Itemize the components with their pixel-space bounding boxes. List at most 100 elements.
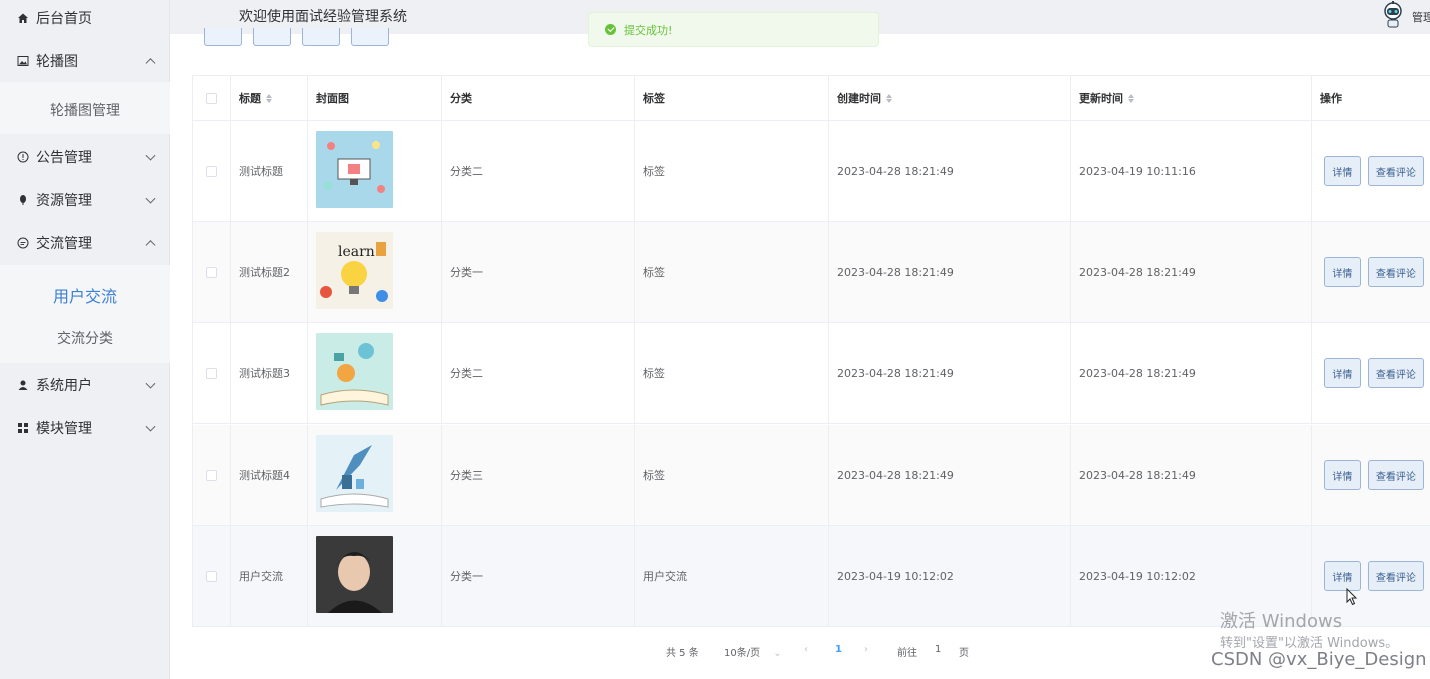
cell-updated: 2023-04-28 18:21:49 bbox=[1071, 323, 1312, 423]
toolbar-button-4[interactable] bbox=[351, 28, 389, 46]
cell-created: 2023-04-28 18:21:49 bbox=[829, 425, 1071, 525]
next-page-button[interactable]: › bbox=[864, 644, 868, 655]
sidebar-item-carousel[interactable]: 轮播图 bbox=[0, 43, 170, 79]
cell-title: 测试标题 bbox=[231, 121, 308, 221]
detail-button[interactable]: 详情 bbox=[1324, 358, 1361, 388]
cell-cover bbox=[308, 425, 442, 525]
view-comments-button[interactable]: 查看评论 bbox=[1367, 561, 1424, 591]
cell-tag: 标签 bbox=[635, 222, 829, 322]
sort-icon[interactable] bbox=[886, 93, 892, 103]
cell-created: 2023-04-28 18:21:49 bbox=[829, 222, 1071, 322]
toolbar-button-2[interactable] bbox=[253, 28, 291, 46]
detail-button[interactable]: 详情 bbox=[1324, 561, 1361, 591]
cover-image[interactable] bbox=[316, 131, 393, 211]
sidebar-item-module[interactable]: 模块管理 bbox=[0, 410, 170, 446]
column-header-label: 标题 bbox=[239, 92, 261, 105]
pagination-total: 共 5 条 bbox=[666, 648, 699, 659]
row-select-cell bbox=[193, 425, 231, 525]
cell-created: 2023-04-28 18:21:49 bbox=[829, 323, 1071, 423]
select-all-cell bbox=[193, 76, 231, 120]
row-checkbox[interactable] bbox=[206, 266, 217, 278]
sidebar-item-label: 资源管理 bbox=[36, 193, 92, 209]
column-header-created[interactable]: 创建时间 bbox=[829, 76, 1071, 120]
goto-input[interactable]: 1 bbox=[935, 644, 941, 655]
row-checkbox[interactable] bbox=[206, 165, 217, 177]
column-header-label: 标签 bbox=[643, 92, 665, 105]
page-number[interactable]: 1 bbox=[835, 644, 842, 655]
row-checkbox[interactable] bbox=[206, 469, 217, 481]
sidebar: 后台首页 轮播图 轮播图管理 公告管理 资源管理 交流管理 用户交流 交流分类 bbox=[0, 0, 170, 679]
cover-image[interactable] bbox=[316, 333, 393, 413]
row-select-cell bbox=[193, 222, 231, 322]
picture-icon bbox=[16, 54, 30, 68]
chat-icon bbox=[16, 236, 30, 250]
sort-icon[interactable] bbox=[266, 93, 272, 103]
cell-title: 测试标题2 bbox=[231, 222, 308, 322]
svg-text:learn: learn bbox=[338, 244, 375, 260]
column-header-title[interactable]: 标题 bbox=[231, 76, 308, 120]
chevron-down-icon bbox=[145, 378, 156, 389]
cell-actions: 详情 查看评论 bbox=[1312, 222, 1430, 322]
sidebar-subitem-exchange-category[interactable]: 交流分类 bbox=[0, 328, 170, 348]
cell-title: 用户交流 bbox=[231, 526, 308, 626]
chevron-down-icon bbox=[145, 421, 156, 432]
exchange-submenu bbox=[0, 265, 170, 363]
avatar[interactable] bbox=[1380, 1, 1406, 29]
sidebar-item-label: 公告管理 bbox=[36, 150, 92, 166]
detail-button[interactable]: 详情 bbox=[1324, 460, 1361, 490]
pin-icon bbox=[16, 193, 30, 207]
toolbar-button-1[interactable] bbox=[204, 28, 242, 46]
table-row[interactable]: 测试标题2 learn 分类一 标签 2023-04-28 18:21:49 2023-0… bbox=[193, 222, 1430, 323]
table-row[interactable]: 测试标题3 分类二 标签 2023-04-28 18:21:49 2023-04-28 … bbox=[193, 323, 1430, 424]
sidebar-item-label: 轮播图 bbox=[36, 54, 78, 70]
cell-category: 分类三 bbox=[442, 425, 635, 525]
column-header-label: 分类 bbox=[450, 92, 472, 105]
page-size-select[interactable]: 10条/页 ⌄ bbox=[724, 644, 782, 659]
view-comments-button[interactable]: 查看评论 bbox=[1367, 257, 1424, 287]
cell-category: 分类一 bbox=[442, 526, 635, 626]
column-header-label: 创建时间 bbox=[837, 92, 881, 105]
view-comments-button[interactable]: 查看评论 bbox=[1367, 358, 1424, 388]
detail-button[interactable]: 详情 bbox=[1324, 156, 1361, 186]
row-checkbox[interactable] bbox=[206, 570, 217, 582]
sidebar-subitem-user-exchange[interactable]: 用户交流 bbox=[0, 283, 170, 307]
cell-category: 分类二 bbox=[442, 121, 635, 221]
sidebar-item-notice[interactable]: 公告管理 bbox=[0, 139, 170, 175]
chevron-down-icon bbox=[145, 150, 156, 161]
table-row[interactable]: 测试标题4 分类三 标签 2023-04-28 18:21:49 2023-04-28 … bbox=[193, 425, 1430, 526]
view-comments-button[interactable]: 查看评论 bbox=[1367, 156, 1424, 186]
row-checkbox[interactable] bbox=[206, 367, 217, 379]
select-all-checkbox[interactable] bbox=[206, 92, 217, 104]
row-select-cell bbox=[193, 526, 231, 626]
sidebar-item-exchange[interactable]: 交流管理 bbox=[0, 225, 170, 261]
cell-actions: 详情 查看评论 bbox=[1312, 323, 1430, 423]
table-header-row: 标题 封面图 分类 标签 创建时间 更新时间 操作 bbox=[193, 76, 1430, 121]
sidebar-item-system-user[interactable]: 系统用户 bbox=[0, 367, 170, 403]
cell-category: 分类二 bbox=[442, 323, 635, 423]
column-header-updated[interactable]: 更新时间 bbox=[1071, 76, 1312, 120]
cell-updated: 2023-04-28 18:21:49 bbox=[1071, 222, 1312, 322]
sidebar-item-home[interactable]: 后台首页 bbox=[0, 0, 170, 36]
cover-image[interactable]: learn bbox=[316, 232, 393, 312]
sort-icon[interactable] bbox=[1128, 93, 1134, 103]
sidebar-item-resource[interactable]: 资源管理 bbox=[0, 182, 170, 218]
sidebar-item-label: 模块管理 bbox=[36, 421, 92, 437]
goto-label: 前往 bbox=[897, 648, 917, 659]
detail-button[interactable]: 详情 bbox=[1324, 257, 1361, 287]
admin-name[interactable]: 管理 bbox=[1412, 9, 1430, 25]
sidebar-subitem-carousel-manage[interactable]: 轮播图管理 bbox=[0, 100, 170, 120]
data-table: 标题 封面图 分类 标签 创建时间 更新时间 操作 测试标题 分类二 标签 2023-… bbox=[192, 75, 1430, 627]
prev-page-button[interactable]: ‹ bbox=[804, 644, 808, 655]
column-header-label: 封面图 bbox=[316, 92, 349, 105]
cover-image[interactable] bbox=[316, 536, 393, 616]
sidebar-item-label: 交流管理 bbox=[36, 236, 92, 252]
table-row[interactable]: 测试标题 分类二 标签 2023-04-28 18:21:49 2023-04-19 1… bbox=[193, 121, 1430, 222]
cell-tag: 标签 bbox=[635, 323, 829, 423]
cell-created: 2023-04-28 18:21:49 bbox=[829, 121, 1071, 221]
toolbar-button-3[interactable] bbox=[302, 28, 340, 46]
cell-tag: 标签 bbox=[635, 121, 829, 221]
page-title: 欢迎使用面试经验管理系统 bbox=[239, 9, 407, 25]
column-header-actions: 操作 bbox=[1312, 76, 1430, 120]
cover-image[interactable] bbox=[316, 435, 393, 515]
view-comments-button[interactable]: 查看评论 bbox=[1367, 460, 1424, 490]
